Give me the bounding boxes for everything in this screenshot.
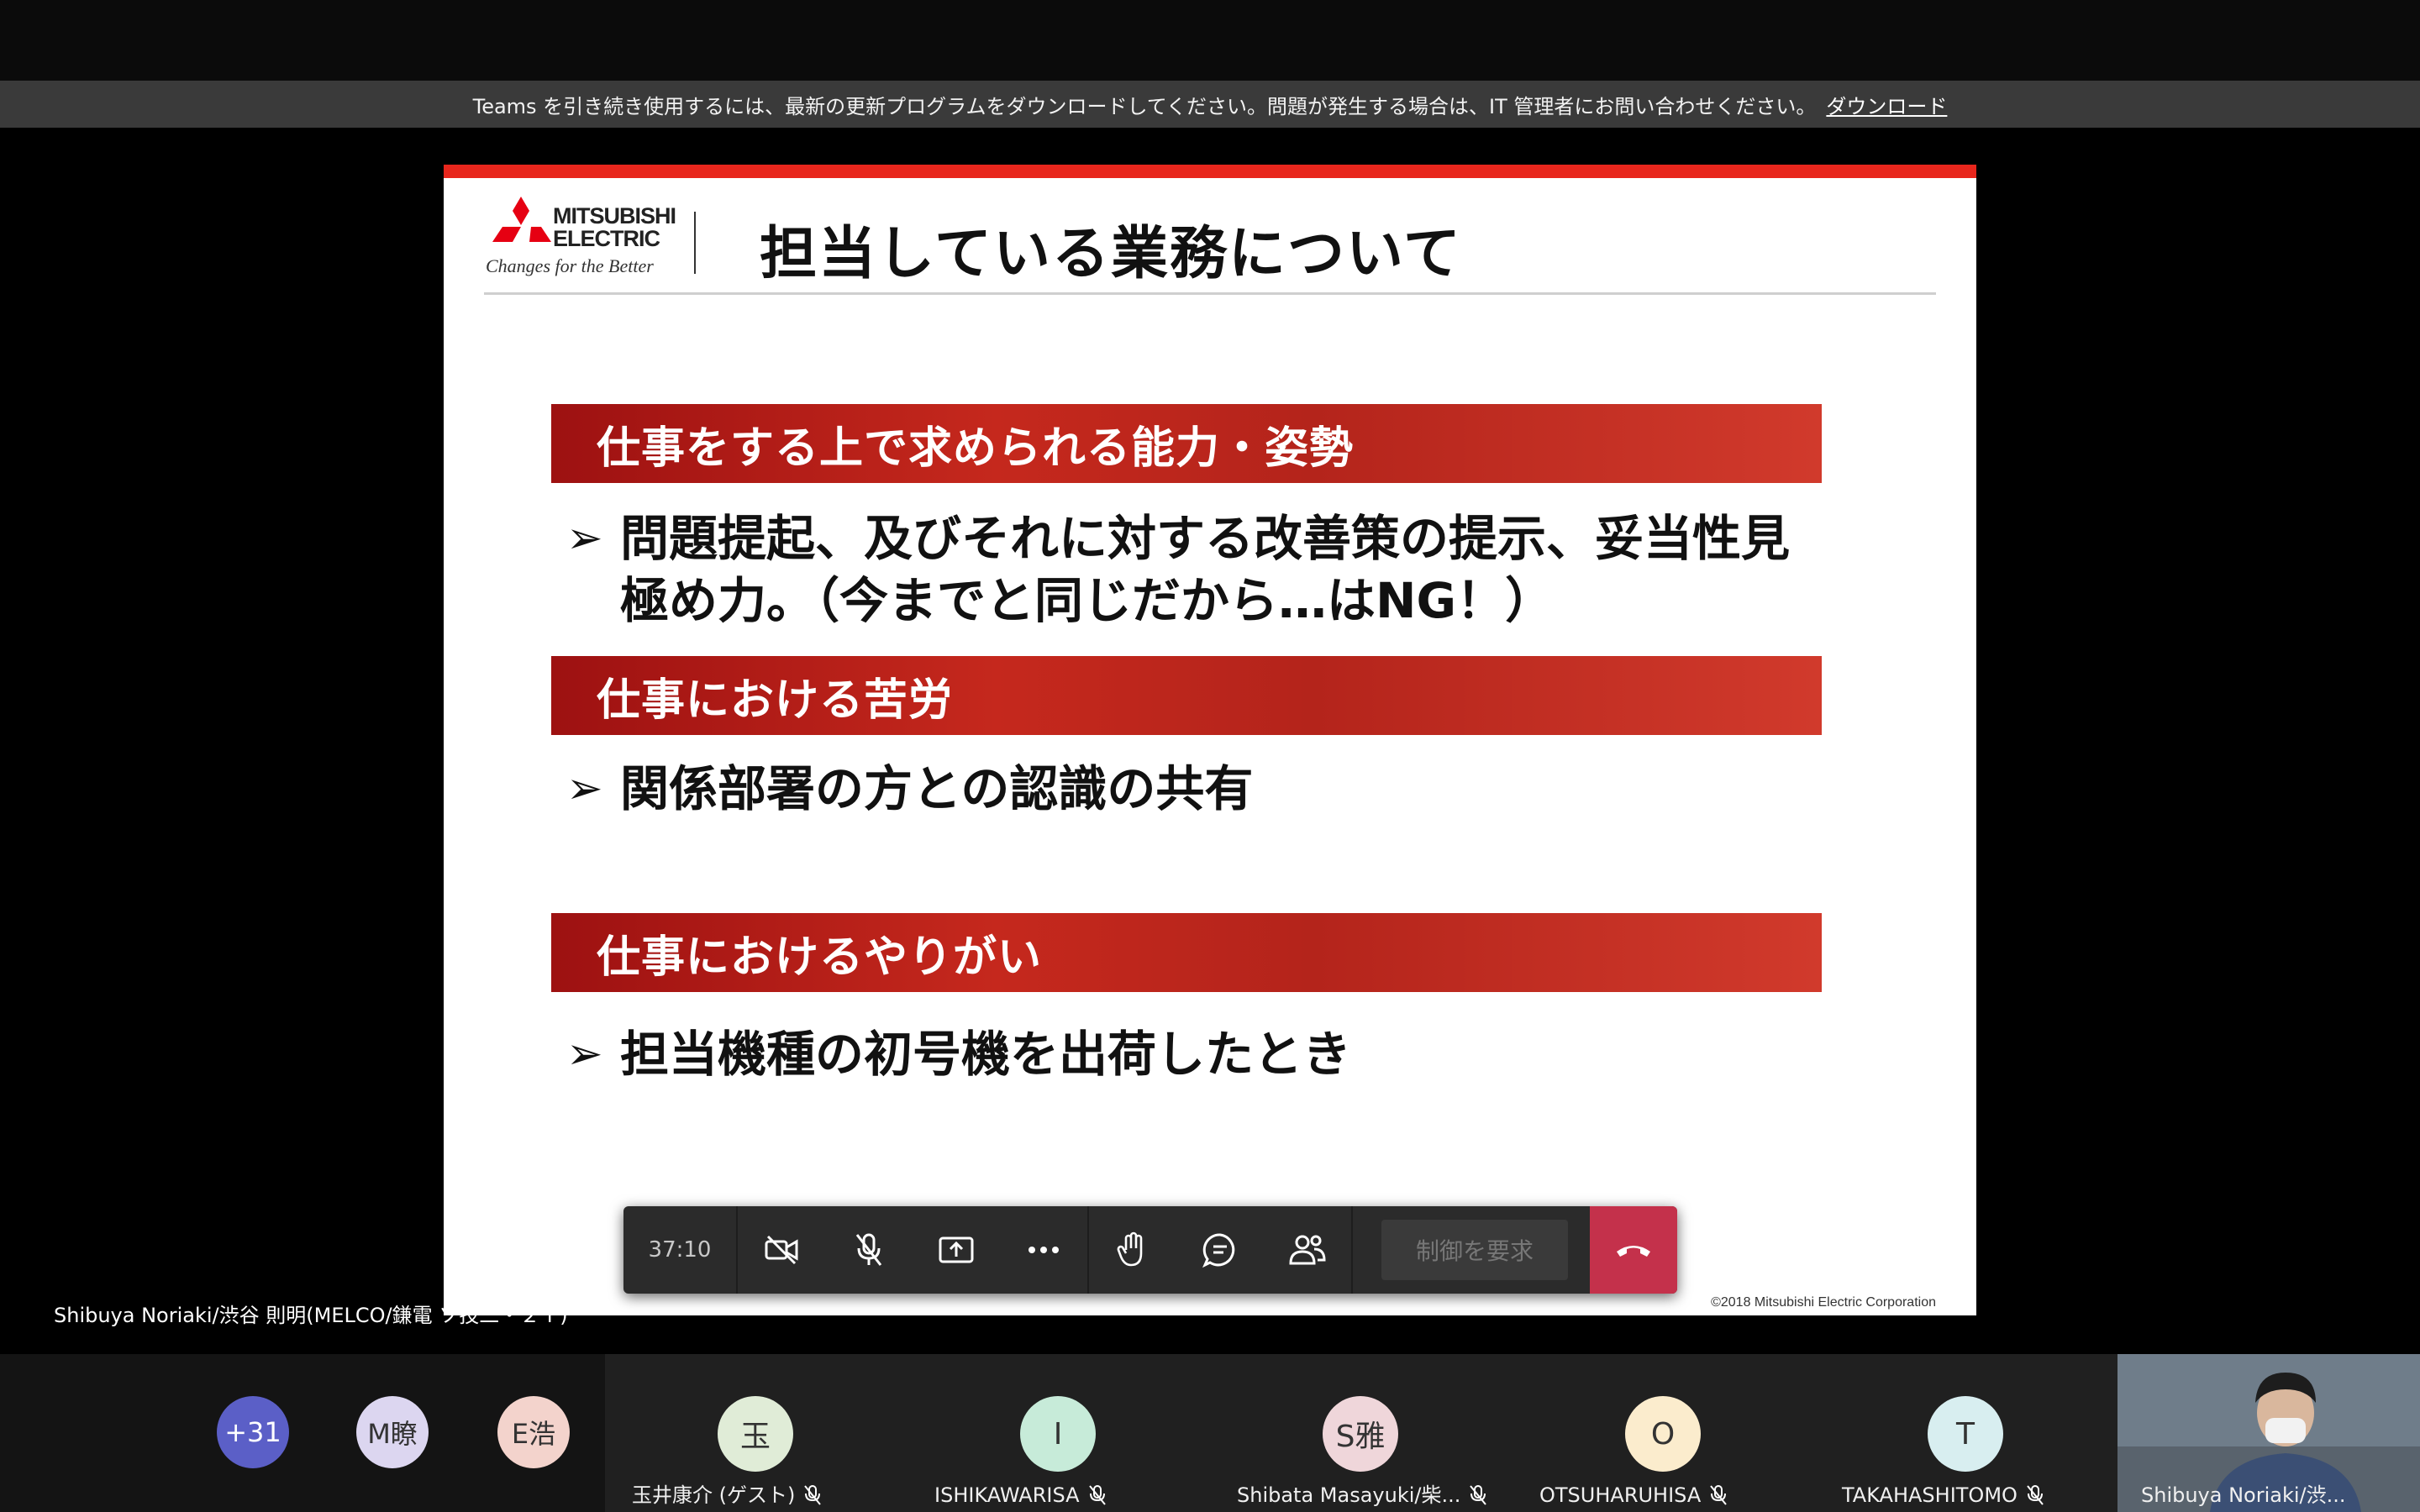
participant-name: Shibata Masayuki/柴... <box>1237 1483 1461 1507</box>
update-banner-message: Teams を引き続き使用するには、最新の更新プログラムをダウンロードしてくださ… <box>472 94 1817 118</box>
participant-tile[interactable]: S雅 Shibata Masayuki/柴... <box>1210 1354 1512 1512</box>
bullet-arrow-icon: ➢ <box>566 764 603 814</box>
muted-mic-icon <box>1088 1485 1106 1505</box>
muted-mic-icon <box>804 1485 822 1505</box>
participant-name-row: ISHIKAWARISA <box>934 1478 1107 1512</box>
download-link[interactable]: ダウンロード <box>1826 90 1947 119</box>
raise-hand-icon <box>1117 1231 1143 1267</box>
participant-name: Shibuya Noriaki/渋... <box>2141 1483 2346 1507</box>
meeting-top-bar <box>0 0 2420 81</box>
avatar-initials: 玉 <box>739 1420 771 1454</box>
camera-off-icon <box>765 1235 798 1265</box>
avatar-initials: +31 <box>224 1416 281 1448</box>
chat-button[interactable] <box>1176 1206 1264 1294</box>
participant-avatar[interactable]: M瞭 <box>356 1396 429 1468</box>
bullet-text: 関係部署の方との認識の共有 <box>620 760 1254 817</box>
participants-button[interactable] <box>1264 1206 1351 1294</box>
bullet-text: 担当機種の初号機を出荷したとき <box>620 1026 1352 1083</box>
request-control-button[interactable]: 制御を要求 <box>1381 1220 1568 1280</box>
chat-icon <box>1202 1233 1235 1268</box>
slide-accent-bar <box>444 165 1976 178</box>
bullet-arrow-icon: ➢ <box>566 1029 603 1079</box>
participant-name: TAKAHASHITOMO <box>1842 1483 2018 1507</box>
title-divider <box>484 292 1936 295</box>
logo-wordmark: MITSUBISHI ELECTRIC <box>553 203 676 251</box>
participant-tile[interactable]: I ISHIKAWARISA <box>908 1354 1210 1512</box>
participant-name-row: Shibuya Noriaki/渋... <box>2141 1478 2346 1512</box>
bullet-item: ➢ 担当機種の初号機を出荷したとき <box>566 1023 1797 1085</box>
muted-mic-icon <box>2027 1485 2044 1505</box>
bullet-item: ➢ 関係部署の方との認識の共有 <box>566 758 1797 820</box>
participant-avatar: O <box>1625 1396 1701 1472</box>
presenter-label: Shibuya Noriaki/渋谷 則明(MELCO/鎌電 ソ技二・２Ｔ) <box>54 1304 568 1327</box>
slide-copyright: ©2018 Mitsubishi Electric Corporation <box>1711 1295 1936 1310</box>
meeting-controls: 37:10 制御を要求 <box>623 1206 1677 1294</box>
participants-icon <box>1289 1235 1326 1265</box>
more-actions-button[interactable] <box>1000 1206 1087 1294</box>
avatar-initials: S雅 <box>1335 1420 1386 1454</box>
section-heading: 仕事における苦労 <box>551 656 1822 735</box>
avatar-initials: E浩 <box>511 1418 556 1450</box>
participant-avatar: I <box>1020 1396 1096 1472</box>
hang-up-icon <box>1617 1246 1650 1257</box>
participant-name: ISHIKAWARISA <box>934 1483 1080 1507</box>
avatar-initials: M瞭 <box>367 1418 418 1450</box>
avatar-initials: O <box>1650 1416 1676 1452</box>
bullet-text: 問題提起、及びそれに対する改善策の提示、妥当性見極め力。（今までと同じだから…は… <box>620 510 1791 629</box>
bullet-arrow-icon: ➢ <box>566 513 603 564</box>
hang-up-button[interactable] <box>1590 1206 1677 1294</box>
raise-hand-button[interactable] <box>1089 1206 1176 1294</box>
mic-toggle-button[interactable] <box>825 1206 913 1294</box>
camera-toggle-button[interactable] <box>738 1206 825 1294</box>
share-button[interactable] <box>913 1206 1000 1294</box>
logo-divider <box>694 212 696 274</box>
participant-name: 玉井康介 (ゲスト) <box>632 1483 796 1507</box>
shared-slide: MITSUBISHI ELECTRIC Changes for the Bett… <box>444 165 1976 1315</box>
section-heading: 仕事をする上で求められる能力・姿勢 <box>551 404 1822 483</box>
participant-tile[interactable]: 玉 玉井康介 (ゲスト) <box>605 1354 908 1512</box>
more-icon <box>1028 1247 1059 1253</box>
participant-tile[interactable]: T TAKAHASHITOMO <box>1815 1354 2118 1512</box>
section-heading: 仕事におけるやりがい <box>551 913 1822 992</box>
participant-name-row: TAKAHASHITOMO <box>1842 1478 2044 1512</box>
participant-avatar: S雅 <box>1323 1396 1398 1472</box>
mic-off-icon <box>855 1233 882 1266</box>
participant-avatar[interactable]: E浩 <box>497 1396 570 1468</box>
muted-mic-icon <box>1470 1485 1487 1505</box>
logo-tagline: Changes for the Better <box>486 255 654 276</box>
muted-mic-icon <box>1710 1485 1728 1505</box>
controls-divider <box>1351 1206 1353 1294</box>
avatar-initials: I <box>1053 1416 1063 1452</box>
participant-name-row: 玉井康介 (ゲスト) <box>632 1478 822 1512</box>
slide-title: 担当している業務について <box>760 221 1462 287</box>
overflow-participants-avatar[interactable]: +31 <box>217 1396 289 1468</box>
update-banner: Teams を引き続き使用するには、最新の更新プログラムをダウンロードしてくださ… <box>0 81 2420 128</box>
participant-name-row: OTSUHARUHISA <box>1539 1478 1728 1512</box>
share-tray-icon <box>939 1236 974 1263</box>
avatar-initials: T <box>1956 1416 1975 1452</box>
bullet-item: ➢ 問題提起、及びそれに対する改善策の提示、妥当性見極め力。（今までと同じだから… <box>566 507 1797 632</box>
participant-name: OTSUHARUHISA <box>1539 1483 1702 1507</box>
participant-avatar: T <box>1928 1396 2003 1472</box>
participant-tile[interactable]: O OTSUHARUHISA <box>1512 1354 1815 1512</box>
participant-avatar: 玉 <box>718 1396 793 1472</box>
three-diamonds-icon <box>492 197 551 242</box>
self-video-tile[interactable]: Shibuya Noriaki/渋... <box>2118 1354 2420 1512</box>
call-timer: 37:10 <box>623 1206 738 1294</box>
participant-name-row: Shibata Masayuki/柴... <box>1237 1478 1487 1512</box>
